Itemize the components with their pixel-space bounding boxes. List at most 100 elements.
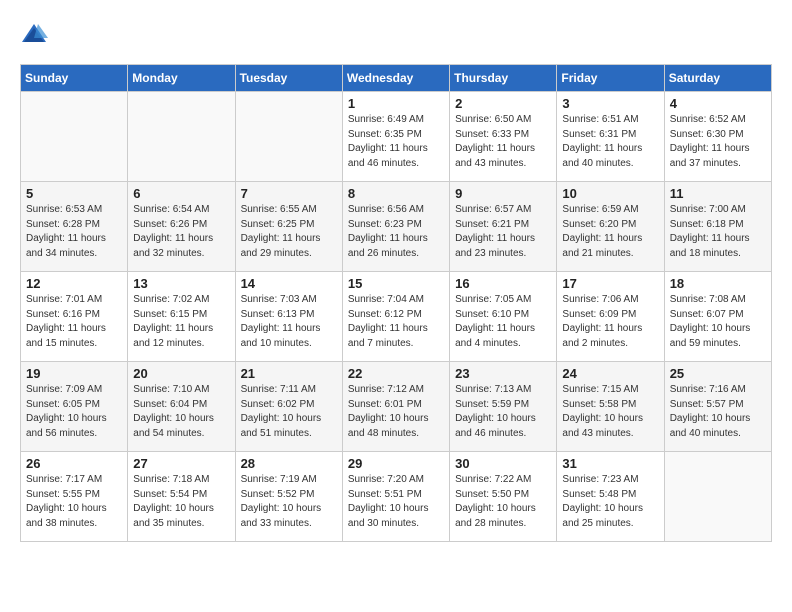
day-number: 29 [348,456,444,471]
day-number: 2 [455,96,551,111]
day-info: Sunrise: 7:15 AM Sunset: 5:58 PM Dayligh… [562,383,658,441]
day-cell: 15 Sunrise: 7:04 AM Sunset: 6:12 PM Dayli… [342,272,449,362]
calendar-table: SundayMondayTuesdayWednesdayThursdayFrid… [20,64,772,542]
logo-icon [20,20,48,48]
day-info: Sunrise: 7:17 AM Sunset: 5:55 PM Dayligh… [26,473,122,531]
day-info: Sunrise: 7:16 AM Sunset: 5:57 PM Dayligh… [670,383,766,441]
header-row: SundayMondayTuesdayWednesdayThursdayFrid… [21,65,772,92]
day-cell: 18 Sunrise: 7:08 AM Sunset: 6:07 PM Dayli… [664,272,771,362]
day-cell: 6Sunrise: 6:54 AM Sunset: 6:26 PM Daylig… [128,182,235,272]
header-cell-saturday: Saturday [664,65,771,92]
day-cell: 31 Sunrise: 7:23 AM Sunset: 5:48 PM Dayli… [557,452,664,542]
day-info: Sunrise: 6:56 AM Sunset: 6:23 PM Dayligh… [348,203,444,261]
day-cell: 8 Sunrise: 6:56 AM Sunset: 6:23 PM Daylig… [342,182,449,272]
day-number: 13 [133,276,229,291]
day-number: 26 [26,456,122,471]
day-cell: 22Sunrise: 7:12 AM Sunset: 6:01 PM Dayli… [342,362,449,452]
day-info: Sunrise: 7:09 AM Sunset: 6:05 PM Dayligh… [26,383,122,441]
day-cell: 13Sunrise: 7:02 AM Sunset: 6:15 PM Dayli… [128,272,235,362]
day-cell: 29Sunrise: 7:20 AM Sunset: 5:51 PM Dayli… [342,452,449,542]
day-number: 12 [26,276,122,291]
day-cell: 23 Sunrise: 7:13 AM Sunset: 5:59 PM Dayli… [450,362,557,452]
day-info: Sunrise: 7:18 AM Sunset: 5:54 PM Dayligh… [133,473,229,531]
day-number: 1 [348,96,444,111]
day-info: Sunrise: 7:00 AM Sunset: 6:18 PM Dayligh… [670,203,766,261]
calendar-body: 1 Sunrise: 6:49 AM Sunset: 6:35 PM Daylig… [21,92,772,542]
day-info: Sunrise: 7:22 AM Sunset: 5:50 PM Dayligh… [455,473,551,531]
day-info: Sunrise: 7:13 AM Sunset: 5:59 PM Dayligh… [455,383,551,441]
page-header [20,20,772,48]
day-number: 19 [26,366,122,381]
day-cell [664,452,771,542]
day-number: 22 [348,366,444,381]
day-info: Sunrise: 6:59 AM Sunset: 6:20 PM Dayligh… [562,203,658,261]
logo [20,20,52,48]
day-cell: 19 Sunrise: 7:09 AM Sunset: 6:05 PM Dayli… [21,362,128,452]
day-info: Sunrise: 7:06 AM Sunset: 6:09 PM Dayligh… [562,293,658,351]
day-number: 23 [455,366,551,381]
day-cell: 1 Sunrise: 6:49 AM Sunset: 6:35 PM Daylig… [342,92,449,182]
day-cell [128,92,235,182]
day-info: Sunrise: 7:01 AM Sunset: 6:16 PM Dayligh… [26,293,122,351]
day-cell: 26 Sunrise: 7:17 AM Sunset: 5:55 PM Dayli… [21,452,128,542]
day-info: Sunrise: 7:05 AM Sunset: 6:10 PM Dayligh… [455,293,551,351]
day-cell: 10 Sunrise: 6:59 AM Sunset: 6:20 PM Dayli… [557,182,664,272]
day-cell: 17 Sunrise: 7:06 AM Sunset: 6:09 PM Dayli… [557,272,664,362]
day-cell: 5Sunrise: 6:53 AM Sunset: 6:28 PM Daylig… [21,182,128,272]
day-number: 31 [562,456,658,471]
day-info: Sunrise: 6:52 AM Sunset: 6:30 PM Dayligh… [670,113,766,171]
day-cell: 30 Sunrise: 7:22 AM Sunset: 5:50 PM Dayli… [450,452,557,542]
day-cell: 7Sunrise: 6:55 AM Sunset: 6:25 PM Daylig… [235,182,342,272]
day-cell: 4 Sunrise: 6:52 AM Sunset: 6:30 PM Daylig… [664,92,771,182]
day-cell: 11 Sunrise: 7:00 AM Sunset: 6:18 PM Dayli… [664,182,771,272]
day-cell: 16 Sunrise: 7:05 AM Sunset: 6:10 PM Dayli… [450,272,557,362]
week-row: 1 Sunrise: 6:49 AM Sunset: 6:35 PM Daylig… [21,92,772,182]
header-cell-tuesday: Tuesday [235,65,342,92]
day-number: 9 [455,186,551,201]
day-number: 18 [670,276,766,291]
day-number: 3 [562,96,658,111]
day-cell [235,92,342,182]
header-cell-thursday: Thursday [450,65,557,92]
day-number: 15 [348,276,444,291]
day-cell: 9 Sunrise: 6:57 AM Sunset: 6:21 PM Daylig… [450,182,557,272]
day-cell [21,92,128,182]
day-cell: 2Sunrise: 6:50 AM Sunset: 6:33 PM Daylig… [450,92,557,182]
day-number: 30 [455,456,551,471]
day-number: 16 [455,276,551,291]
day-cell: 3 Sunrise: 6:51 AM Sunset: 6:31 PM Daylig… [557,92,664,182]
day-number: 28 [241,456,337,471]
day-number: 6 [133,186,229,201]
day-number: 14 [241,276,337,291]
day-info: Sunrise: 6:49 AM Sunset: 6:35 PM Dayligh… [348,113,444,171]
day-number: 17 [562,276,658,291]
day-info: Sunrise: 6:53 AM Sunset: 6:28 PM Dayligh… [26,203,122,261]
day-number: 24 [562,366,658,381]
day-number: 10 [562,186,658,201]
day-number: 8 [348,186,444,201]
day-info: Sunrise: 6:57 AM Sunset: 6:21 PM Dayligh… [455,203,551,261]
header-cell-wednesday: Wednesday [342,65,449,92]
week-row: 26 Sunrise: 7:17 AM Sunset: 5:55 PM Dayli… [21,452,772,542]
day-info: Sunrise: 7:04 AM Sunset: 6:12 PM Dayligh… [348,293,444,351]
week-row: 5Sunrise: 6:53 AM Sunset: 6:28 PM Daylig… [21,182,772,272]
day-info: Sunrise: 7:03 AM Sunset: 6:13 PM Dayligh… [241,293,337,351]
day-info: Sunrise: 7:08 AM Sunset: 6:07 PM Dayligh… [670,293,766,351]
header-cell-friday: Friday [557,65,664,92]
day-info: Sunrise: 6:51 AM Sunset: 6:31 PM Dayligh… [562,113,658,171]
day-number: 11 [670,186,766,201]
day-number: 25 [670,366,766,381]
day-number: 21 [241,366,337,381]
day-info: Sunrise: 7:23 AM Sunset: 5:48 PM Dayligh… [562,473,658,531]
day-cell: 25 Sunrise: 7:16 AM Sunset: 5:57 PM Dayli… [664,362,771,452]
day-number: 27 [133,456,229,471]
day-cell: 14 Sunrise: 7:03 AM Sunset: 6:13 PM Dayli… [235,272,342,362]
day-info: Sunrise: 7:11 AM Sunset: 6:02 PM Dayligh… [241,383,337,441]
day-number: 20 [133,366,229,381]
day-cell: 27 Sunrise: 7:18 AM Sunset: 5:54 PM Dayli… [128,452,235,542]
day-info: Sunrise: 6:55 AM Sunset: 6:25 PM Dayligh… [241,203,337,261]
day-cell: 21 Sunrise: 7:11 AM Sunset: 6:02 PM Dayli… [235,362,342,452]
day-cell: 24 Sunrise: 7:15 AM Sunset: 5:58 PM Dayli… [557,362,664,452]
day-number: 4 [670,96,766,111]
header-cell-sunday: Sunday [21,65,128,92]
